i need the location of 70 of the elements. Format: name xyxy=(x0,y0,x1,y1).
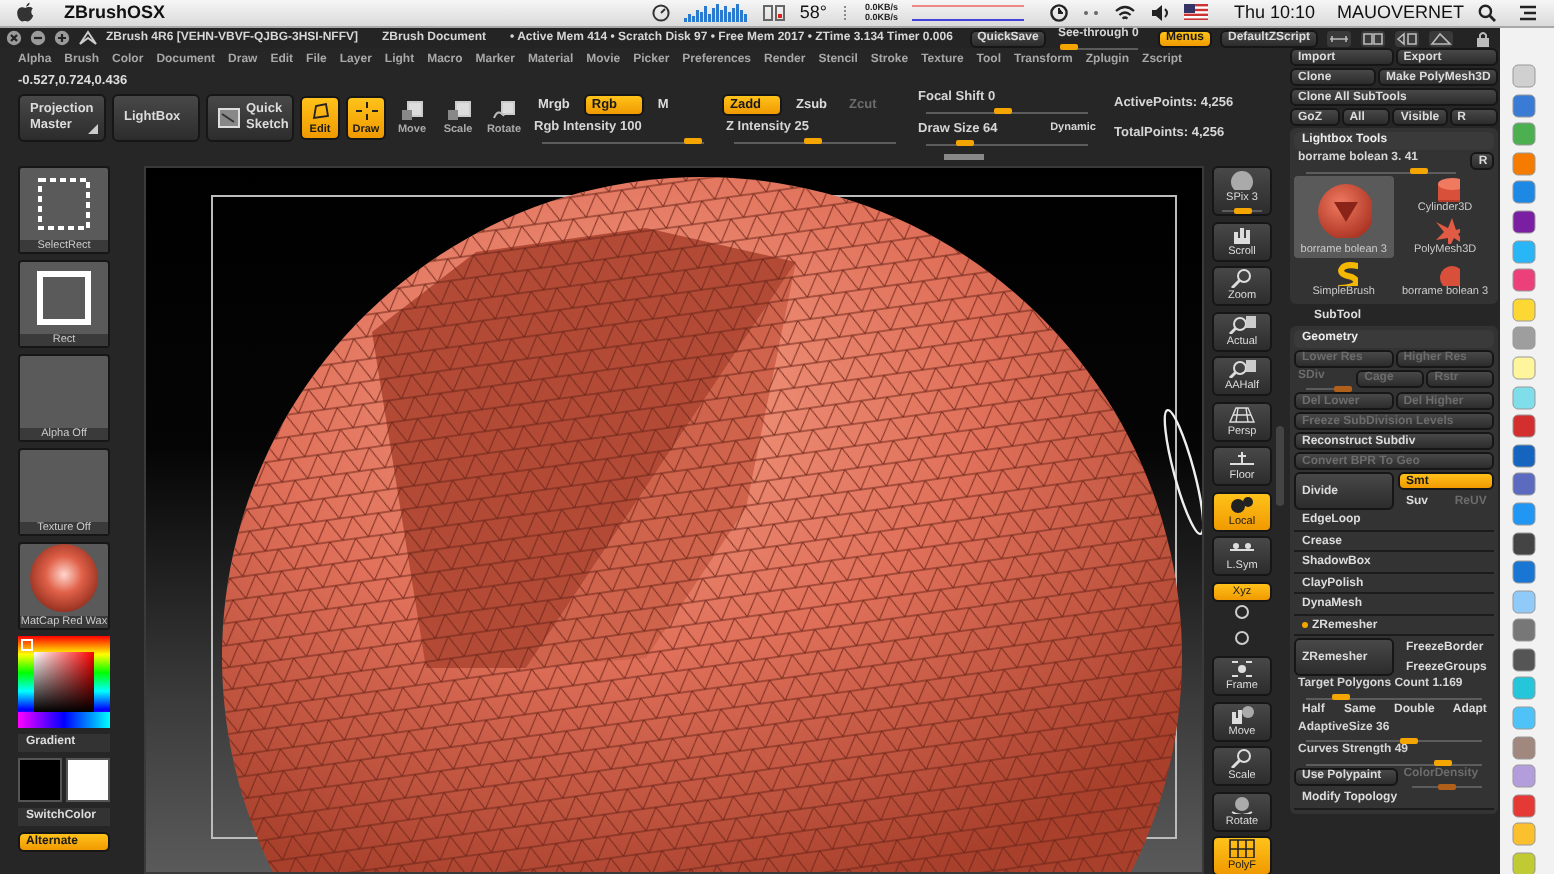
zoom-icon xyxy=(1228,268,1256,288)
cpu-graph-icon xyxy=(683,3,748,21)
lock-icon[interactable] xyxy=(1474,29,1492,47)
temperature: 58° xyxy=(799,2,827,22)
edit-mode-icon xyxy=(307,100,333,122)
layout-icon[interactable] xyxy=(1394,29,1420,47)
frame-icon xyxy=(1228,658,1256,678)
app-icon[interactable] xyxy=(1512,443,1536,468)
color-swatch[interactable] xyxy=(66,758,110,802)
battery-icon xyxy=(761,3,786,21)
user-name: MAUOVERNET xyxy=(1336,2,1464,22)
corner-arrow-icon xyxy=(88,124,98,134)
apple-icon xyxy=(16,2,34,22)
clock: Thu 10:10 xyxy=(1233,2,1315,22)
clock-icon xyxy=(1049,3,1068,21)
layout-icon[interactable] xyxy=(1428,29,1454,47)
gauge-icon xyxy=(651,3,670,21)
slider-thumb[interactable] xyxy=(1410,168,1429,174)
app-icon[interactable] xyxy=(1512,414,1536,439)
draw-mode-icon xyxy=(353,100,379,122)
app-icon[interactable] xyxy=(1512,472,1536,497)
scroll-icon xyxy=(1228,223,1256,243)
color-picker[interactable] xyxy=(18,636,110,728)
app-icon[interactable] xyxy=(1512,560,1536,585)
color-swatch[interactable] xyxy=(18,758,62,802)
slider-thumb[interactable] xyxy=(1332,694,1351,700)
ellipse-outline xyxy=(1163,409,1202,536)
rotate-mode-icon xyxy=(491,100,517,122)
slider-thumb[interactable] xyxy=(994,108,1013,114)
app-name: ZBrushOSX xyxy=(64,2,166,22)
slider-thumb[interactable] xyxy=(1060,43,1079,49)
sketch-icon xyxy=(218,108,240,128)
square-icon xyxy=(36,269,92,325)
layout-icon[interactable] xyxy=(1326,29,1352,47)
rotate-icon xyxy=(1228,793,1256,813)
spix-icon xyxy=(1228,170,1256,190)
search-icon xyxy=(1478,3,1496,21)
polyf-icon xyxy=(1228,838,1256,858)
slider-thumb[interactable] xyxy=(683,137,702,143)
app-icon[interactable] xyxy=(1512,618,1536,643)
app-icon[interactable] xyxy=(1512,647,1536,672)
traffic-graph-icon xyxy=(911,3,1024,21)
actual-icon xyxy=(1228,358,1256,378)
app-icon[interactable] xyxy=(1512,793,1536,818)
slider-thumb[interactable] xyxy=(804,137,823,143)
actual-icon xyxy=(1228,313,1256,333)
move-icon xyxy=(1228,703,1256,723)
app-icon[interactable] xyxy=(1512,209,1536,234)
volume-icon xyxy=(1149,3,1170,21)
menu-icon xyxy=(1518,3,1538,21)
zoom-icon xyxy=(1228,748,1256,768)
flag-icon xyxy=(1183,4,1208,20)
expanded-dot-icon xyxy=(1302,622,1308,629)
dashed-square-icon xyxy=(36,175,92,231)
scale-mode-icon xyxy=(445,100,471,122)
persp-icon xyxy=(1228,403,1256,423)
slider-thumb[interactable] xyxy=(1233,208,1251,214)
wifi-icon xyxy=(1113,3,1136,21)
slider-thumb[interactable] xyxy=(1434,760,1453,766)
slider-thumb[interactable] xyxy=(955,140,974,146)
scroll-thumb[interactable] xyxy=(944,153,984,159)
app-icon[interactable] xyxy=(1512,531,1536,555)
app-icon[interactable] xyxy=(1512,93,1536,118)
local-icon xyxy=(1228,493,1256,513)
move-mode-icon xyxy=(399,100,425,122)
slider-thumb[interactable] xyxy=(1399,737,1418,743)
floor-icon xyxy=(1228,448,1256,468)
star-icon xyxy=(1431,215,1460,243)
layout-icon[interactable] xyxy=(1360,29,1386,47)
sphere-icon xyxy=(28,542,100,614)
